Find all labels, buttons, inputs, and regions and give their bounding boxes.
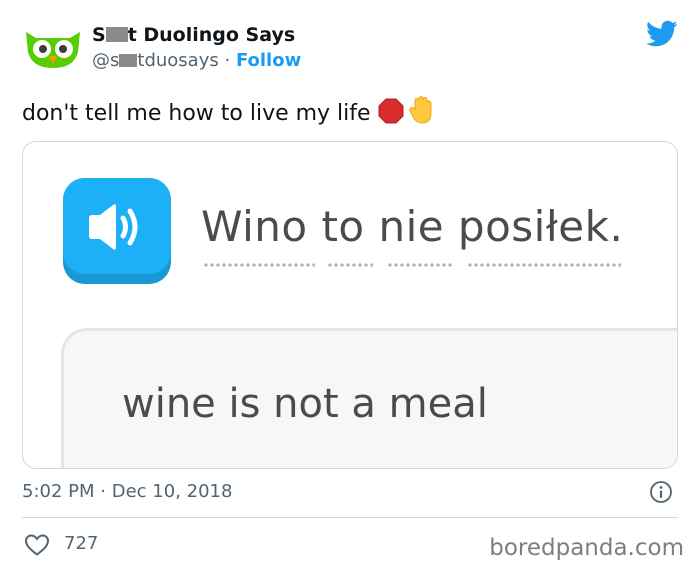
footer-divider (22, 517, 678, 518)
answer-text: wine is not a meal (122, 381, 488, 427)
info-icon[interactable] (649, 480, 673, 504)
tweet-media-image[interactable]: Wino to nie posiłek. wine is not a meal (22, 141, 678, 469)
author-name-start: S (92, 24, 106, 46)
censor-block (105, 27, 128, 42)
like-count: 727 (64, 533, 99, 554)
word-underline-dots (327, 262, 373, 268)
handle-separator: · (224, 50, 231, 71)
timestamp-separator: · (100, 481, 106, 502)
author-name-end: t Duolingo Says (127, 24, 296, 46)
censor-block (119, 54, 138, 67)
twitter-bird-icon[interactable] (646, 20, 678, 48)
word-underline-dots (203, 262, 315, 268)
raised-hand-icon (408, 96, 431, 124)
tweet-timestamp[interactable]: 5:02 PM · Dec 10, 2018 (22, 481, 232, 502)
stop-sign-icon (378, 98, 404, 124)
tweet-time: 5:02 PM (22, 481, 95, 502)
author-handle-start: @s (92, 50, 120, 71)
follow-link[interactable]: Follow (236, 50, 301, 71)
answer-input-box[interactable]: wine is not a meal (61, 328, 677, 468)
prompt-sentence: Wino to nie posiłek. (201, 202, 624, 251)
boredpanda-watermark: boredpanda.com (489, 535, 684, 561)
author-handle-end: tduosays (137, 50, 219, 71)
word-underline-dots (387, 262, 453, 268)
tweet-date: Dec 10, 2018 (111, 481, 233, 502)
tweet-text: don't tell me how to live my life (22, 95, 435, 126)
word-underline-dots (467, 262, 621, 268)
audio-speaker-button[interactable] (63, 178, 171, 284)
author-name[interactable]: St Duolingo Says (92, 24, 295, 46)
duolingo-owl-avatar[interactable] (22, 22, 84, 72)
heart-icon[interactable] (24, 533, 50, 557)
author-handle-line: @s tduosays · Follow (92, 50, 301, 71)
speaker-icon (89, 204, 138, 250)
tweet-body: don't tell me how to live my life (22, 101, 371, 126)
